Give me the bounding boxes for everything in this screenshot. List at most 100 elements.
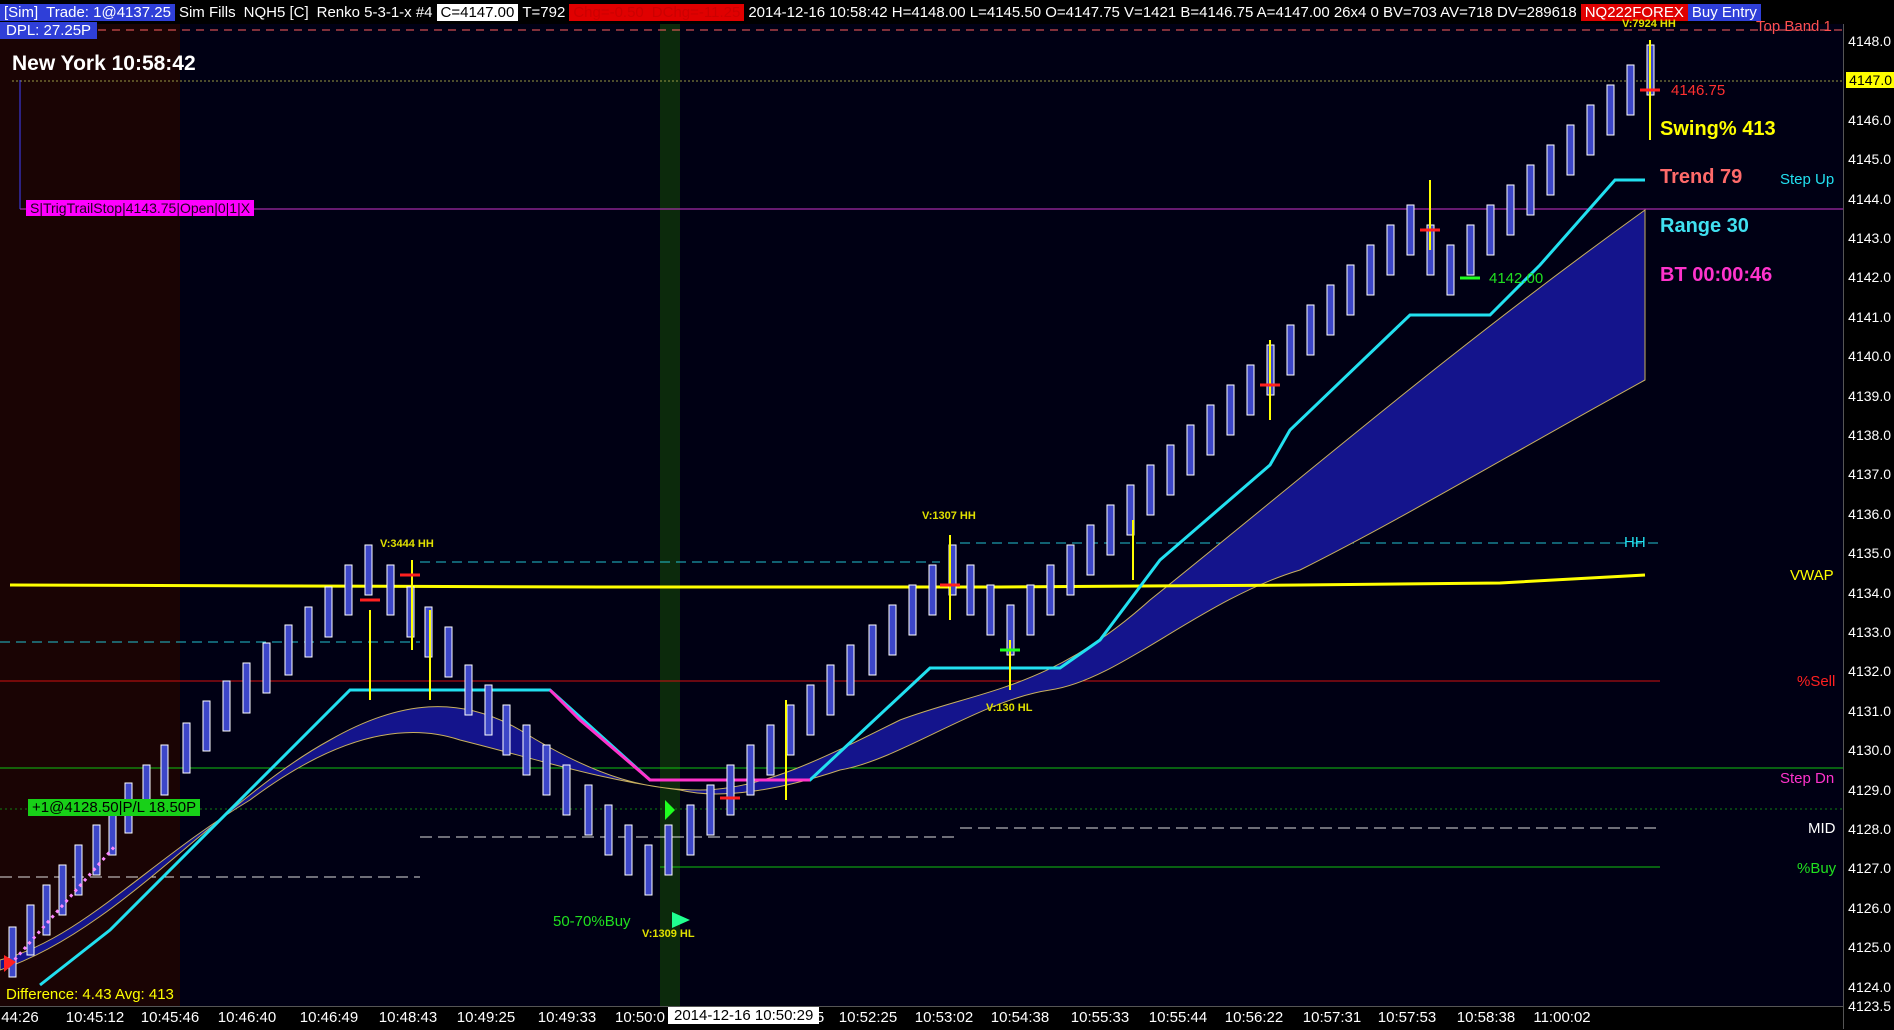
renko-bar: [1346, 264, 1355, 316]
order-qty: 1: [229, 200, 238, 216]
trail-stop-order[interactable]: S|TrigTrailStop|4143.75|Open|0|1|X: [26, 200, 255, 216]
step-dn-label: Step Dn: [1780, 770, 1835, 787]
time-tick-label: 10:53:02: [914, 1009, 974, 1026]
price-tick-label: 4142.0: [1848, 269, 1891, 286]
renko-bar: [484, 684, 493, 736]
renko-bar: [644, 844, 653, 896]
price-tick-label: 4139.0: [1848, 387, 1891, 404]
renko-bar: [806, 684, 815, 736]
renko-bar: [1046, 564, 1055, 616]
position-entry: +1@4128.50: [32, 799, 119, 816]
bar-info: 2014-12-16 10:58:42 H=4148.00 L=4145.50 …: [748, 3, 1577, 21]
time-tick-label: 10:56:22: [1224, 1009, 1284, 1026]
swing-stat: Swing% 413: [1660, 118, 1776, 140]
renko-bar: [160, 744, 169, 796]
price-tick-label: 4140.0: [1848, 348, 1891, 365]
renko-bar: [284, 624, 293, 676]
bar-timer-stat: BT 00:00:46: [1660, 264, 1773, 286]
price-tick-label: 4132.0: [1848, 663, 1891, 680]
renko-bar: [1446, 244, 1455, 296]
time-tick-label: 10:50:0: [614, 1009, 666, 1026]
renko-bar: [1066, 544, 1075, 596]
price-tick-label: 4138.0: [1848, 427, 1891, 443]
renko-bar: [444, 626, 453, 678]
range-stat: Range 30: [1660, 215, 1749, 237]
cancel-order-button[interactable]: X: [241, 200, 250, 216]
renko-bar: [584, 784, 593, 836]
renko-bar: [1606, 84, 1615, 136]
price-tick-label: 4144.0: [1848, 190, 1891, 207]
renko-bar: [1486, 204, 1495, 256]
time-tick-label: 10:57:53: [1377, 1009, 1437, 1026]
volume-annotation: V:130 HL: [986, 702, 1033, 714]
time-tick-label: 10:55:33: [1070, 1009, 1130, 1026]
price-tick-label: 4145.0: [1848, 151, 1891, 168]
renko-bar: [1386, 224, 1395, 276]
price-tick-label: 4125.0: [1848, 939, 1891, 956]
renko-bar: [202, 700, 211, 752]
buy-label: %Buy: [1797, 860, 1837, 877]
price-tick-label: 4148.0: [1848, 33, 1891, 49]
renko-bar: [966, 564, 975, 616]
time-tick-label: 10:52:25: [838, 1009, 898, 1026]
renko-bar: [1166, 444, 1175, 496]
renko-bar: [242, 662, 251, 714]
time-tick-label: 10:49:25: [456, 1009, 516, 1026]
buy-entry-button[interactable]: Buy Entry: [1687, 3, 1761, 21]
time-axis[interactable]: 44:26 10:45:12 10:45:46 10:46:40 10:46:49 10:…: [0, 1006, 1843, 1030]
renko-bar: [706, 784, 715, 836]
tick-count: T=792: [522, 3, 566, 21]
price-tick-label: 4147.0: [1846, 72, 1894, 89]
time-tick-label: 10:55:44: [1148, 1009, 1208, 1026]
renko-bar: [1206, 404, 1215, 456]
price-tick-label: 4127.0: [1848, 860, 1891, 877]
price-tick-label: 4133.0: [1848, 624, 1891, 640]
renko-bar: [502, 704, 511, 756]
renko-bar: [664, 824, 673, 876]
price-annotation: 4142.00: [1489, 270, 1544, 287]
renko-bar: [542, 744, 551, 796]
position-marker[interactable]: +1@4128.50|P/L 18.50P: [28, 799, 201, 816]
price-tick-label: 4131.0: [1848, 702, 1891, 719]
account-label: [Sim]: [0, 3, 43, 21]
price-tick-label: 4135.0: [1848, 545, 1891, 562]
renko-bar: [1466, 224, 1475, 276]
price-tick-label: 4128.0: [1848, 821, 1891, 837]
renko-bar: [262, 642, 271, 694]
daily-change-value: DChg=-11.25: [647, 3, 745, 21]
clock-label: New York 10:58:42: [12, 52, 196, 75]
renko-bar: [908, 584, 917, 636]
order-price: 4143.75: [125, 200, 177, 216]
renko-bar: [1106, 504, 1115, 556]
time-tick-label: 10:45:46: [140, 1009, 200, 1026]
renko-bar: [766, 724, 775, 776]
renko-bar: [888, 604, 897, 656]
time-tick-label: 10:46:40: [217, 1009, 277, 1026]
renko-bar: [8, 926, 17, 978]
time-tick-label: 10:45:12: [65, 1009, 125, 1026]
renko-bar: [562, 764, 571, 816]
price-tick-label: 4143.0: [1848, 230, 1891, 246]
renko-bar: [324, 586, 333, 638]
renko-bar: [624, 824, 633, 876]
time-tick-label: 10:58:38: [1456, 1009, 1516, 1026]
volume-annotation: V:1307 HH: [922, 510, 976, 522]
renko-bar: [1246, 364, 1255, 416]
buy-zone-label: 50-70%Buy: [553, 913, 631, 930]
change-value: Chg=-0.50: [569, 3, 648, 21]
renko-bar: [846, 644, 855, 696]
renko-bar: [1406, 204, 1415, 256]
renko-bar: [222, 680, 231, 732]
renko-bar: [1526, 164, 1535, 216]
price-tick-label: 4134.0: [1848, 584, 1891, 601]
renko-bar: [604, 804, 613, 856]
price-chart[interactable]: [0, 0, 1843, 1006]
renko-bar: [1086, 524, 1095, 576]
time-tick-label: 44:26: [1, 1009, 39, 1026]
chart-area[interactable]: [Sim] Trade: 1@4137.25 Sim Fills NQH5 [C…: [0, 0, 1894, 1030]
volume-annotation: V:1309 HL: [642, 928, 695, 940]
price-axis[interactable]: 4148.0 4147.0 4146.0 4145.0 4144.0 4143.0 4142…: [1843, 24, 1894, 1029]
session-shade: [0, 24, 180, 1006]
renko-bar: [1626, 64, 1635, 116]
renko-bar: [1326, 284, 1335, 336]
